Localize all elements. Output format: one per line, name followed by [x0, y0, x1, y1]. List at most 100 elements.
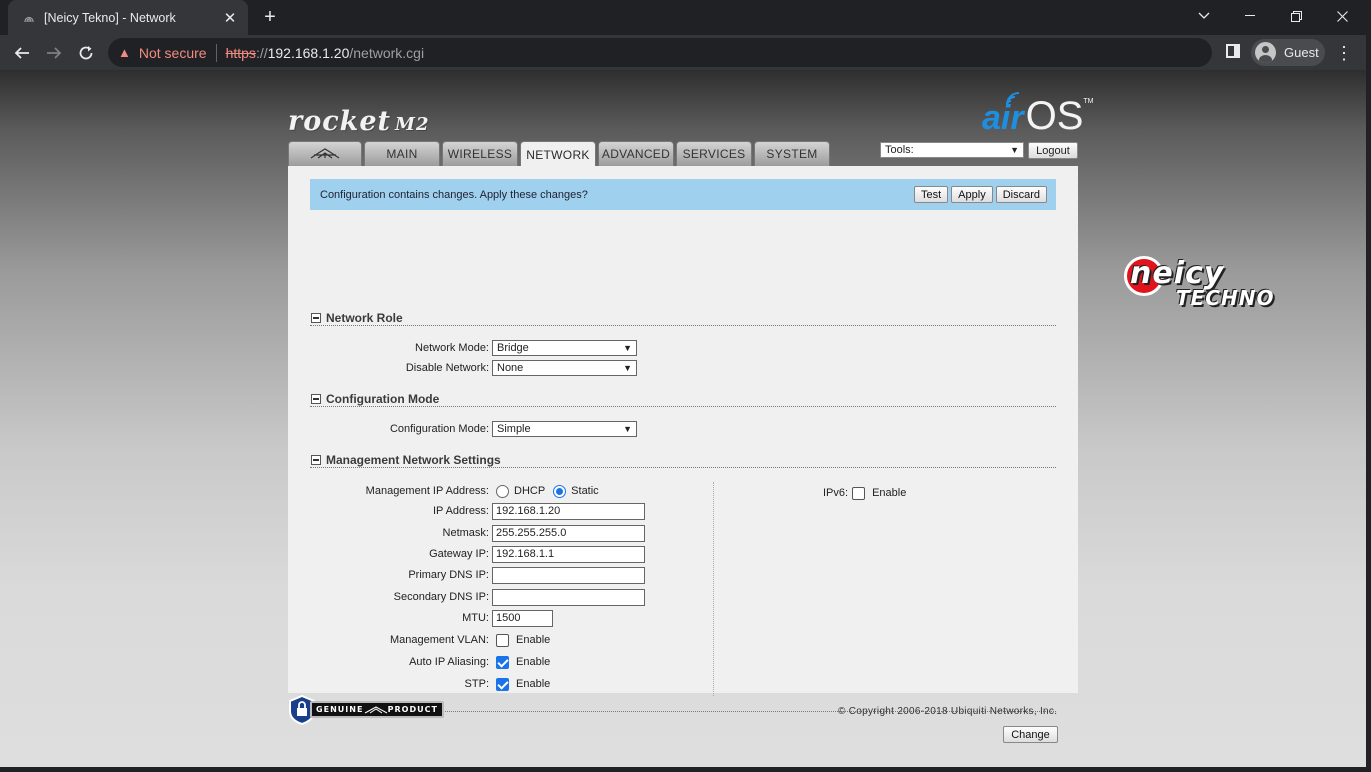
restore-icon[interactable] — [1273, 0, 1319, 32]
auto-ip-aliasing-row: Auto IP Aliasing: Enable — [288, 653, 550, 671]
stp-checkbox[interactable] — [496, 677, 509, 691]
tab-close-icon[interactable]: ✕ — [222, 9, 238, 27]
primary-dns-label: Primary DNS IP: — [408, 569, 489, 581]
ip-address-input[interactable]: 192.168.1.20 — [492, 502, 645, 520]
primary-dns-input[interactable] — [492, 566, 645, 584]
mgmt-ip-mode-row: Management IP Address: DHCP Static — [288, 482, 599, 500]
browser-tabstrip: [Neicy Tekno] - Network ✕ + — [0, 0, 1371, 35]
ubiquiti-logo-icon — [310, 148, 340, 159]
mgmt-vlan-label: Management VLAN: — [389, 634, 489, 646]
stp-label: STP: — [464, 678, 489, 690]
collapse-icon[interactable] — [311, 313, 321, 323]
airos-tm: TM — [1083, 98, 1094, 105]
not-secure-label[interactable]: Not secure — [139, 45, 207, 61]
new-tab-button[interactable]: + — [258, 5, 282, 29]
rocket-logo-model: M2 — [395, 114, 430, 135]
reload-icon[interactable] — [72, 39, 100, 67]
more-menu-icon[interactable]: ⋮ — [1334, 39, 1354, 67]
close-window-icon[interactable] — [1319, 0, 1365, 32]
genuine-left-text: GENUINE — [316, 705, 364, 714]
disable-network-value: None — [497, 362, 524, 374]
auto-ip-aliasing-enable-label[interactable]: Enable — [516, 656, 550, 668]
warning-triangle-icon[interactable]: ▲ — [118, 45, 131, 60]
disable-network-label: Disable Network: — [405, 362, 489, 374]
netmask-row: Netmask: 255.255.255.0 — [288, 524, 645, 542]
netmask-label: Netmask: — [442, 527, 489, 539]
page-viewport: rocket M2 air OS TM MAIN WIRELESS NETWORK… — [0, 70, 1366, 767]
main-nav-tabs: MAIN WIRELESS NETWORK ADVANCED SERVICES … — [288, 141, 832, 167]
ipv6-checkbox[interactable] — [852, 486, 866, 500]
column-divider — [713, 482, 714, 696]
tab-system[interactable]: SYSTEM — [754, 141, 830, 166]
netmask-input[interactable]: 255.255.255.0 — [492, 524, 645, 542]
mgmt-vlan-row: Management VLAN: Enable — [288, 631, 550, 649]
network-role-header[interactable]: Network Role — [310, 311, 1056, 326]
discard-button[interactable]: Discard — [995, 186, 1047, 203]
gateway-input[interactable]: 192.168.1.1 — [492, 545, 645, 563]
address-bar[interactable]: ▲ Not secure https :// 192.168.1.20 /net… — [108, 38, 1212, 67]
tab-main[interactable]: MAIN — [364, 141, 440, 166]
collapse-icon[interactable] — [311, 394, 321, 404]
stp-enable-label[interactable]: Enable — [516, 678, 550, 690]
logout-button[interactable]: Logout — [1028, 142, 1078, 159]
chevron-down-icon: ▼ — [1010, 145, 1019, 155]
static-label[interactable]: Static — [571, 485, 599, 497]
rocket-logo-text: rocket — [288, 106, 392, 137]
gateway-row: Gateway IP: 192.168.1.1 — [288, 545, 645, 563]
tools-dropdown-value: Tools: — [885, 144, 914, 156]
dhcp-label[interactable]: DHCP — [514, 485, 545, 497]
genuine-product-bar: GENUINE PRODUCT — [310, 701, 444, 718]
tab-advanced[interactable]: ADVANCED — [598, 141, 674, 166]
network-mode-label: Network Mode: — [415, 342, 489, 354]
auto-ip-aliasing-label: Auto IP Aliasing: — [409, 656, 489, 668]
apply-button[interactable]: Apply — [951, 186, 993, 203]
auto-ip-aliasing-checkbox[interactable] — [496, 655, 509, 669]
tab-title: [Neicy Tekno] - Network — [44, 10, 176, 25]
ubiquiti-logo-icon — [364, 705, 387, 713]
browser-tab[interactable]: [Neicy Tekno] - Network ✕ — [8, 0, 248, 35]
techno-word: TECHNO — [1176, 286, 1275, 310]
secondary-dns-label: Secondary DNS IP: — [393, 591, 489, 603]
banner-message: Configuration contains changes. Apply th… — [320, 188, 588, 201]
tab-network[interactable]: NETWORK — [520, 141, 596, 167]
mgmt-vlan-checkbox[interactable] — [496, 633, 509, 647]
tab-ubiquiti-logo[interactable] — [288, 141, 362, 166]
ipv6-enable-label[interactable]: Enable — [872, 487, 906, 499]
chevron-down-icon: ▼ — [623, 363, 632, 373]
tab-services[interactable]: SERVICES — [676, 141, 752, 166]
network-settings-panel: Configuration contains changes. Apply th… — [288, 166, 1078, 743]
chevron-down-icon[interactable] — [1181, 0, 1227, 32]
static-radio[interactable] — [553, 484, 567, 498]
network-mode-select[interactable]: Bridge ▼ — [492, 340, 637, 356]
mgmt-vlan-enable-label[interactable]: Enable — [516, 634, 550, 646]
collapse-icon[interactable] — [311, 455, 321, 465]
side-panel-icon[interactable] — [1226, 44, 1240, 58]
test-button[interactable]: Test — [913, 186, 949, 203]
profile-name: Guest — [1284, 45, 1319, 60]
stp-row: STP: Enable — [288, 675, 550, 693]
url-scheme: https — [225, 44, 256, 61]
back-arrow-icon[interactable] — [8, 39, 36, 67]
genuine-product-badge: GENUINE PRODUCT — [288, 695, 446, 725]
config-mode-select[interactable]: Simple ▼ — [492, 421, 637, 437]
secondary-dns-input[interactable] — [492, 588, 645, 606]
url-path: /network.cgi — [349, 44, 425, 61]
chevron-down-icon: ▼ — [623, 343, 632, 353]
disable-network-row: Disable Network: None ▼ — [288, 359, 637, 377]
mgmt-settings-header[interactable]: Management Network Settings — [310, 453, 1056, 468]
ip-address-label: IP Address: — [432, 505, 489, 517]
config-mode-header[interactable]: Configuration Mode — [310, 392, 1056, 407]
profile-button[interactable]: Guest — [1251, 39, 1325, 66]
minimize-icon[interactable] — [1227, 0, 1273, 32]
ipv6-row: IPv6: Enable — [823, 484, 906, 502]
mtu-input[interactable]: 1500 — [492, 609, 553, 627]
ipv6-label: IPv6: — [823, 487, 849, 499]
tools-dropdown[interactable]: Tools: ▼ — [880, 142, 1024, 158]
airos-logo: air OS TM — [982, 92, 1094, 136]
change-button[interactable]: Change — [1003, 726, 1058, 743]
forward-arrow-icon[interactable] — [40, 39, 68, 67]
dhcp-radio[interactable] — [496, 484, 509, 498]
config-mode-value: Simple — [497, 423, 531, 435]
disable-network-select[interactable]: None ▼ — [492, 360, 637, 376]
tab-wireless[interactable]: WIRELESS — [442, 141, 518, 166]
